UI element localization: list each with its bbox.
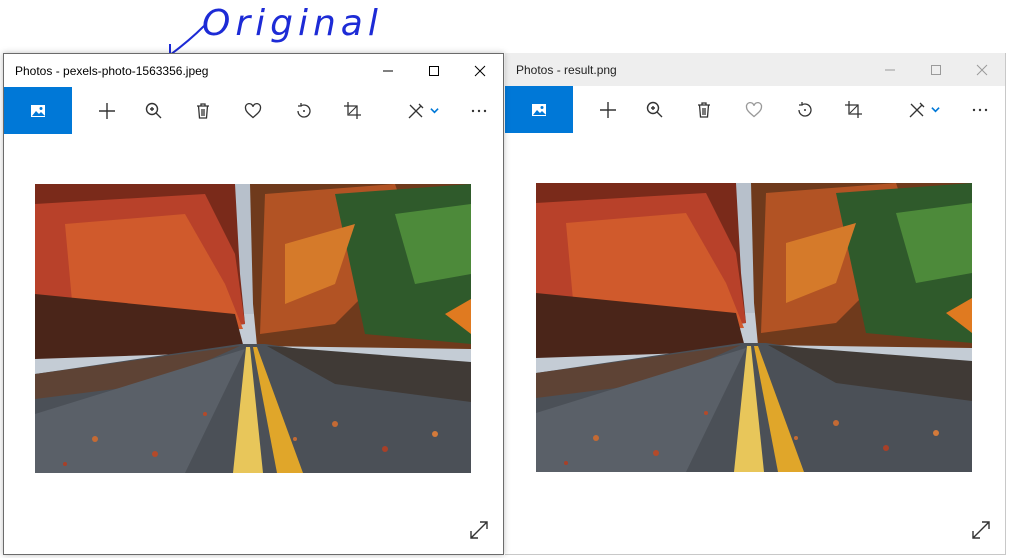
- zoom-button[interactable]: [131, 87, 177, 134]
- favorite-button[interactable]: [230, 87, 276, 134]
- add-icon: [600, 101, 616, 118]
- delete-icon: [197, 102, 209, 119]
- chevron-down-icon: [930, 107, 940, 113]
- close-icon: [976, 64, 988, 75]
- fullscreen-button[interactable]: [469, 520, 489, 540]
- minimize-icon: [383, 70, 393, 71]
- maximize-icon: [931, 64, 941, 75]
- favorite-icon: [244, 102, 262, 118]
- edit-create-button[interactable]: [392, 87, 452, 134]
- toolbar: [4, 87, 503, 134]
- more-icon: [972, 108, 988, 111]
- zoom-button[interactable]: [632, 86, 678, 133]
- delete-button[interactable]: [681, 86, 727, 133]
- close-button[interactable]: [457, 54, 503, 87]
- close-button[interactable]: [959, 53, 1005, 86]
- edit-draw-icon: [909, 102, 924, 117]
- crop-icon: [845, 100, 862, 118]
- title-bar[interactable]: Photos - result.png: [505, 53, 1005, 86]
- rotate-icon: [798, 101, 812, 117]
- minimize-button[interactable]: [365, 54, 411, 87]
- close-icon: [474, 65, 486, 76]
- annotation-label: Original: [202, 3, 383, 44]
- favorite-button[interactable]: [731, 86, 777, 133]
- chevron-down-icon: [429, 108, 439, 114]
- expand-icon: [470, 521, 488, 539]
- window-title: Photos - pexels-photo-1563356.jpeg: [15, 63, 209, 78]
- favorite-icon: [745, 101, 763, 117]
- more-button[interactable]: [456, 87, 502, 134]
- zoom-icon: [646, 101, 663, 117]
- view-icon: [31, 104, 45, 117]
- minimize-icon: [885, 69, 895, 70]
- delete-button[interactable]: [180, 87, 226, 134]
- view-button[interactable]: [505, 86, 573, 133]
- rotate-button[interactable]: [280, 87, 326, 134]
- photos-window-original: Photos - pexels-photo-1563356.jpeg: [3, 53, 504, 555]
- rotate-button[interactable]: [781, 86, 827, 133]
- maximize-button[interactable]: [411, 54, 457, 87]
- edit-draw-icon: [408, 103, 423, 118]
- rotate-icon: [297, 102, 311, 118]
- title-bar[interactable]: Photos - pexels-photo-1563356.jpeg: [4, 54, 503, 87]
- crop-button[interactable]: [330, 87, 376, 134]
- delete-icon: [698, 101, 710, 118]
- maximize-button[interactable]: [913, 53, 959, 86]
- add-button[interactable]: [585, 86, 631, 133]
- minimize-button[interactable]: [867, 53, 913, 86]
- crop-button[interactable]: [831, 86, 877, 133]
- fullscreen-button[interactable]: [971, 520, 991, 540]
- crop-icon: [344, 101, 361, 119]
- toolbar: [505, 86, 1005, 133]
- zoom-icon: [145, 102, 162, 118]
- photos-window-result: Photos - result.png: [505, 53, 1006, 555]
- more-button[interactable]: [957, 86, 1003, 133]
- more-icon: [471, 109, 487, 112]
- add-icon: [99, 102, 115, 119]
- view-icon: [532, 103, 546, 116]
- add-button[interactable]: [84, 87, 130, 134]
- view-button[interactable]: [4, 87, 72, 134]
- photo-image: [35, 184, 471, 473]
- window-title: Photos - result.png: [516, 62, 617, 77]
- edit-create-button[interactable]: [893, 86, 953, 133]
- maximize-icon: [429, 65, 439, 76]
- photo-image: [536, 183, 972, 472]
- expand-icon: [972, 521, 990, 539]
